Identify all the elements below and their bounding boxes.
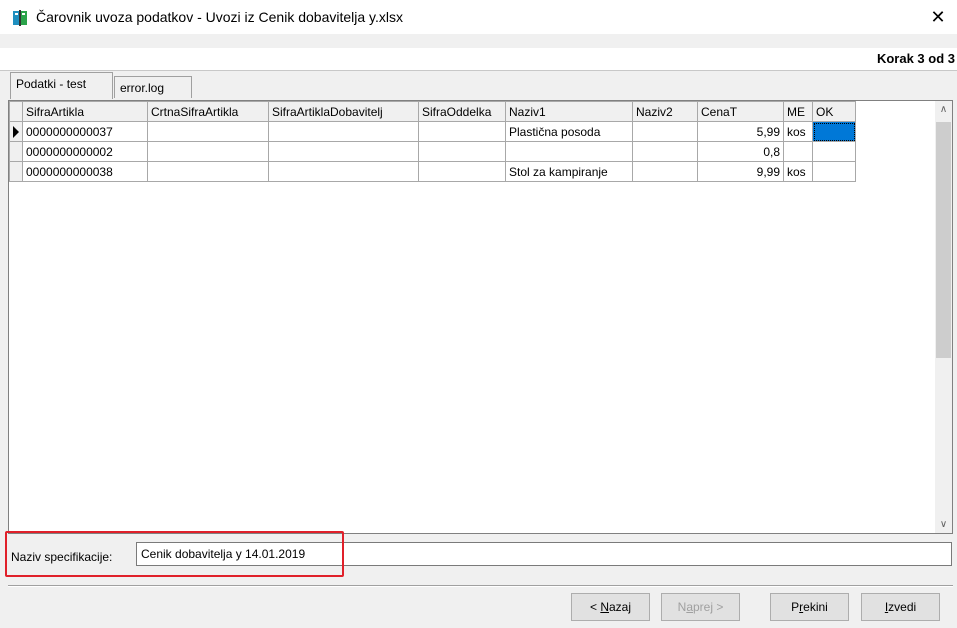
column-header[interactable]: ME — [783, 101, 813, 122]
title-bar: Čarovnik uvoza podatkov - Uvozi iz Cenik… — [0, 0, 957, 34]
cell-me[interactable]: kos — [783, 161, 813, 182]
grid-header-row: SifraArtikla CrtnaSifraArtikla SifraArti… — [9, 101, 856, 122]
tab-error-log[interactable]: error.log — [114, 76, 192, 98]
column-header[interactable]: Naziv2 — [632, 101, 698, 122]
cell-naziv1[interactable]: Stol za kampiranje — [505, 161, 633, 182]
window-title: Čarovnik uvoza podatkov - Uvozi iz Cenik… — [36, 9, 404, 25]
row-indicator — [9, 161, 23, 182]
data-grid[interactable]: SifraArtikla CrtnaSifraArtikla SifraArti… — [8, 100, 953, 534]
execute-button[interactable]: Izvedi — [861, 593, 940, 621]
cell-sifra-dobavitelj[interactable] — [268, 121, 419, 142]
close-icon[interactable]: ✕ — [920, 2, 956, 32]
scroll-thumb[interactable] — [936, 122, 951, 358]
row-indicator — [9, 141, 23, 162]
cell-sifra-oddelka[interactable] — [418, 161, 506, 182]
step-bar: Korak 3 od 3 — [0, 48, 957, 71]
column-header[interactable]: Naziv1 — [505, 101, 633, 122]
cell-naziv2[interactable] — [632, 141, 698, 162]
cell-naziv1[interactable] — [505, 141, 633, 162]
cell-crtna-sifra[interactable] — [147, 141, 269, 162]
cell-naziv2[interactable] — [632, 121, 698, 142]
spec-name-input[interactable]: Cenik dobavitelja y 14.01.2019 — [136, 542, 952, 566]
specification-row: Naziv specifikacije: Cenik dobavitelja y… — [0, 538, 957, 576]
column-header[interactable]: SifraArtiklaDobavitelj — [268, 101, 419, 122]
column-header[interactable]: OK — [812, 101, 856, 122]
cell-sifra-dobavitelj[interactable] — [268, 141, 419, 162]
cell-sifra-artikla[interactable]: 0000000000002 — [22, 141, 148, 162]
vertical-scrollbar[interactable]: ∧ ∨ — [935, 101, 952, 533]
table-row[interactable]: 0000000000037 Plastična posoda 5,99 kos — [9, 121, 856, 142]
current-row-arrow-icon — [13, 126, 19, 139]
cell-crtna-sifra[interactable] — [147, 121, 269, 142]
column-header[interactable]: SifraOddelka — [418, 101, 506, 122]
cell-sifra-artikla[interactable]: 0000000000038 — [22, 161, 148, 182]
scroll-up-icon[interactable]: ∧ — [935, 101, 952, 118]
scroll-down-icon[interactable]: ∨ — [935, 516, 952, 533]
cell-cena[interactable]: 9,99 — [697, 161, 784, 182]
step-indicator: Korak 3 od 3 — [876, 51, 955, 66]
header-indicator-cell — [9, 101, 23, 122]
cell-ok[interactable] — [812, 161, 856, 182]
next-button[interactable]: Naprej > — [661, 593, 740, 621]
table-row[interactable]: 0000000000002 0,8 — [9, 141, 856, 162]
cell-cena[interactable]: 5,99 — [697, 121, 784, 142]
cell-sifra-artikla[interactable]: 0000000000037 — [22, 121, 148, 142]
divider — [8, 585, 953, 587]
cell-me[interactable]: kos — [783, 121, 813, 142]
cell-ok[interactable] — [812, 141, 856, 162]
cell-cena[interactable]: 0,8 — [697, 141, 784, 162]
cell-naziv1[interactable]: Plastična posoda — [505, 121, 633, 142]
cell-naziv2[interactable] — [632, 161, 698, 182]
spec-name-label: Naziv specifikacije: — [11, 550, 113, 564]
table-row[interactable]: 0000000000038 Stol za kampiranje 9,99 ko… — [9, 161, 856, 182]
cell-sifra-dobavitelj[interactable] — [268, 161, 419, 182]
cell-me[interactable] — [783, 141, 813, 162]
cell-crtna-sifra[interactable] — [147, 161, 269, 182]
cancel-button[interactable]: Prekini — [770, 593, 849, 621]
column-header[interactable]: CrtnaSifraArtikla — [147, 101, 269, 122]
cell-sifra-oddelka[interactable] — [418, 121, 506, 142]
wizard-book-icon — [13, 10, 27, 26]
back-button[interactable]: < Nazaj — [571, 593, 650, 621]
tab-podatki-test[interactable]: Podatki - test — [10, 72, 113, 99]
column-header[interactable]: CenaT — [697, 101, 784, 122]
row-indicator — [9, 121, 23, 142]
cell-ok[interactable] — [812, 121, 856, 142]
grid-table: SifraArtikla CrtnaSifraArtikla SifraArti… — [9, 101, 856, 182]
column-header[interactable]: SifraArtikla — [22, 101, 148, 122]
cell-sifra-oddelka[interactable] — [418, 141, 506, 162]
